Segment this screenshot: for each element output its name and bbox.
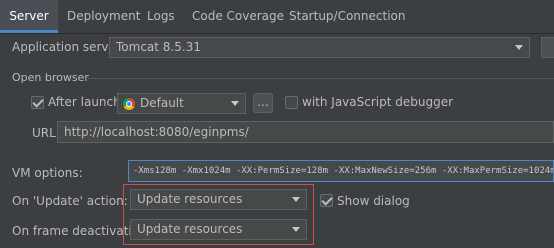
js-debugger-checkbox[interactable] bbox=[285, 96, 298, 109]
app-server-value: Tomcat 8.5.31 bbox=[116, 40, 201, 54]
js-debugger-label: with JavaScript debugger bbox=[302, 95, 454, 109]
tab-deployment[interactable]: Deployment bbox=[67, 0, 140, 33]
chevron-down-icon bbox=[515, 45, 523, 50]
frame-deactivation-value: Update resources bbox=[137, 222, 243, 236]
browser-select[interactable]: Default bbox=[117, 93, 246, 114]
update-action-value: Update resources bbox=[137, 192, 243, 206]
chevron-down-icon bbox=[292, 227, 300, 232]
tab-startup-connection[interactable]: Startup/Connection bbox=[289, 0, 405, 33]
chevron-down-icon bbox=[292, 197, 300, 202]
frame-deactivation-select[interactable]: Update resources bbox=[130, 219, 307, 240]
tab-bar: Server Deployment Logs Code Coverage Sta… bbox=[0, 0, 554, 34]
browse-button[interactable]: ... bbox=[253, 93, 273, 113]
chrome-icon bbox=[123, 98, 135, 110]
browser-value: Default bbox=[140, 96, 184, 110]
app-server-select[interactable]: Tomcat 8.5.31 bbox=[109, 37, 530, 58]
vm-options-label: VM options: bbox=[12, 166, 83, 180]
show-dialog-checkbox[interactable] bbox=[320, 194, 333, 207]
chevron-down-icon bbox=[231, 101, 239, 106]
tab-logs[interactable]: Logs bbox=[147, 0, 175, 33]
update-action-label: On 'Update' action: bbox=[12, 194, 128, 208]
show-dialog-label: Show dialog bbox=[337, 194, 410, 208]
update-action-select[interactable]: Update resources bbox=[130, 189, 307, 210]
tab-code-coverage[interactable]: Code Coverage bbox=[192, 0, 284, 33]
url-label: URL: bbox=[32, 126, 60, 140]
vm-options-input[interactable]: -Xms128m -Xmx1024m -XX:PermSize=128m -XX… bbox=[128, 160, 554, 182]
after-launch-label: After launch bbox=[48, 95, 121, 109]
app-server-label: Application server: bbox=[12, 40, 125, 54]
section-divider bbox=[86, 78, 554, 79]
configure-button[interactable] bbox=[541, 37, 554, 58]
url-input[interactable]: http://localhost:8080/eginpms/ bbox=[57, 121, 554, 143]
tab-server[interactable]: Server bbox=[0, 0, 58, 33]
after-launch-checkbox[interactable] bbox=[31, 96, 44, 109]
open-browser-section-label: Open browser bbox=[12, 71, 89, 84]
